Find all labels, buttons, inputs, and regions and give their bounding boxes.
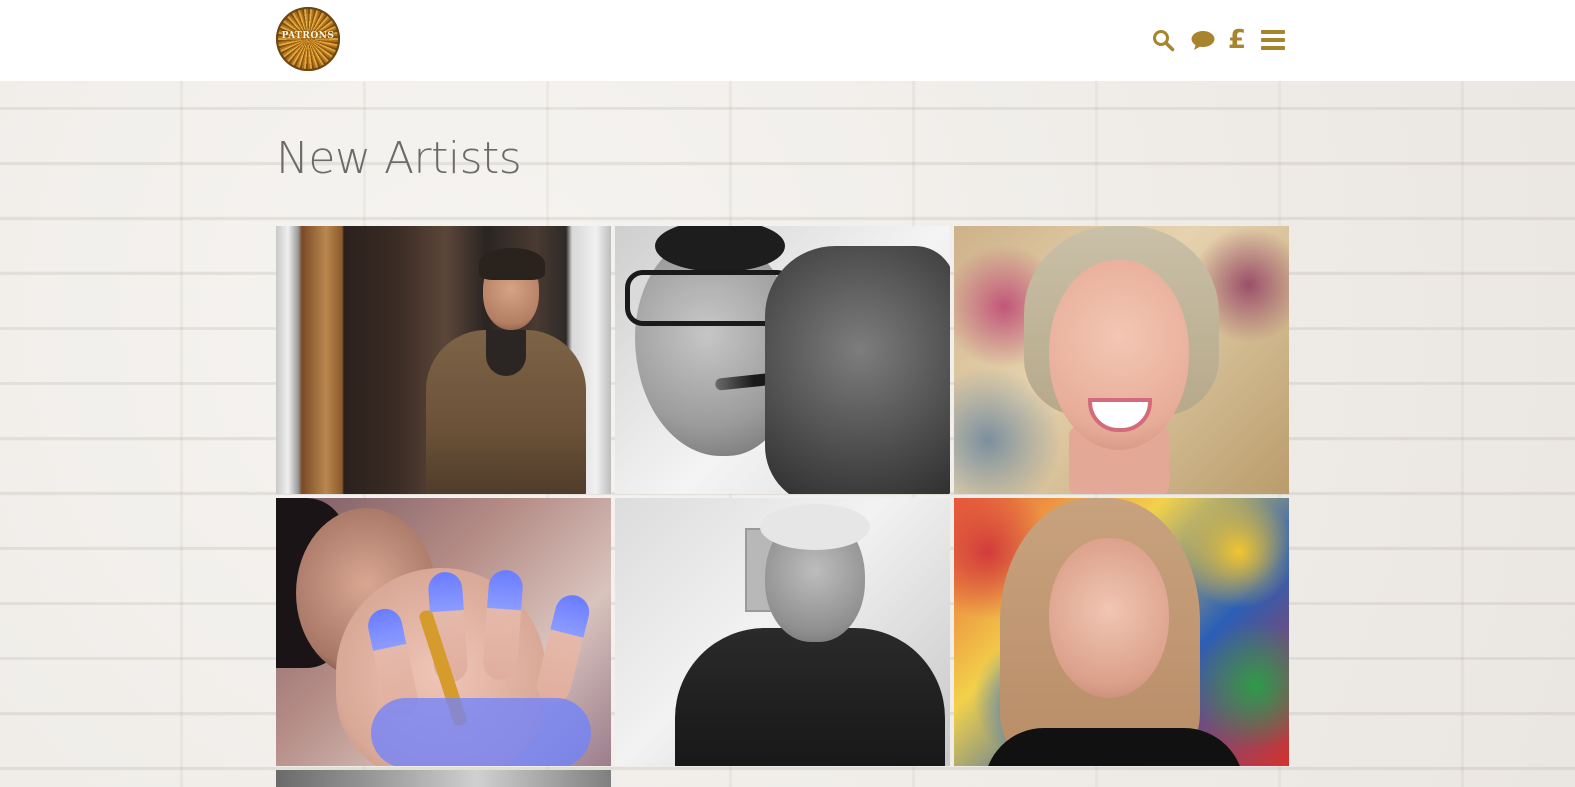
artist-tile-1[interactable] [276, 226, 611, 494]
artist-head [1049, 538, 1169, 698]
artist-photo [276, 770, 611, 787]
artist-tile-2[interactable] [615, 226, 950, 494]
artist-tile-6[interactable] [954, 498, 1289, 766]
artist-tile-3[interactable] [954, 226, 1289, 494]
artist-collar [486, 330, 526, 376]
finger [482, 568, 524, 682]
artist-hair [479, 248, 545, 280]
artist-tile-5[interactable] [615, 498, 950, 766]
patrons-logo[interactable]: PATRONS [276, 7, 340, 71]
artist-shoulder [984, 728, 1244, 766]
hand [765, 246, 950, 494]
header-icons: £ [1150, 26, 1286, 54]
logo-text: PATRONS [281, 31, 335, 41]
site-header: PATRONS £ [0, 0, 1575, 81]
hamburger-menu-icon[interactable] [1260, 26, 1286, 54]
artist-hair [760, 504, 870, 550]
blue-paint [371, 698, 591, 766]
artist-body [675, 628, 945, 766]
chat-icon[interactable] [1190, 26, 1216, 54]
artist-tile-4[interactable] [276, 498, 611, 766]
page-title: New Artists [276, 133, 522, 184]
pound-icon[interactable]: £ [1226, 26, 1248, 54]
artist-tile-7[interactable] [276, 770, 611, 787]
search-icon[interactable] [1150, 26, 1176, 54]
